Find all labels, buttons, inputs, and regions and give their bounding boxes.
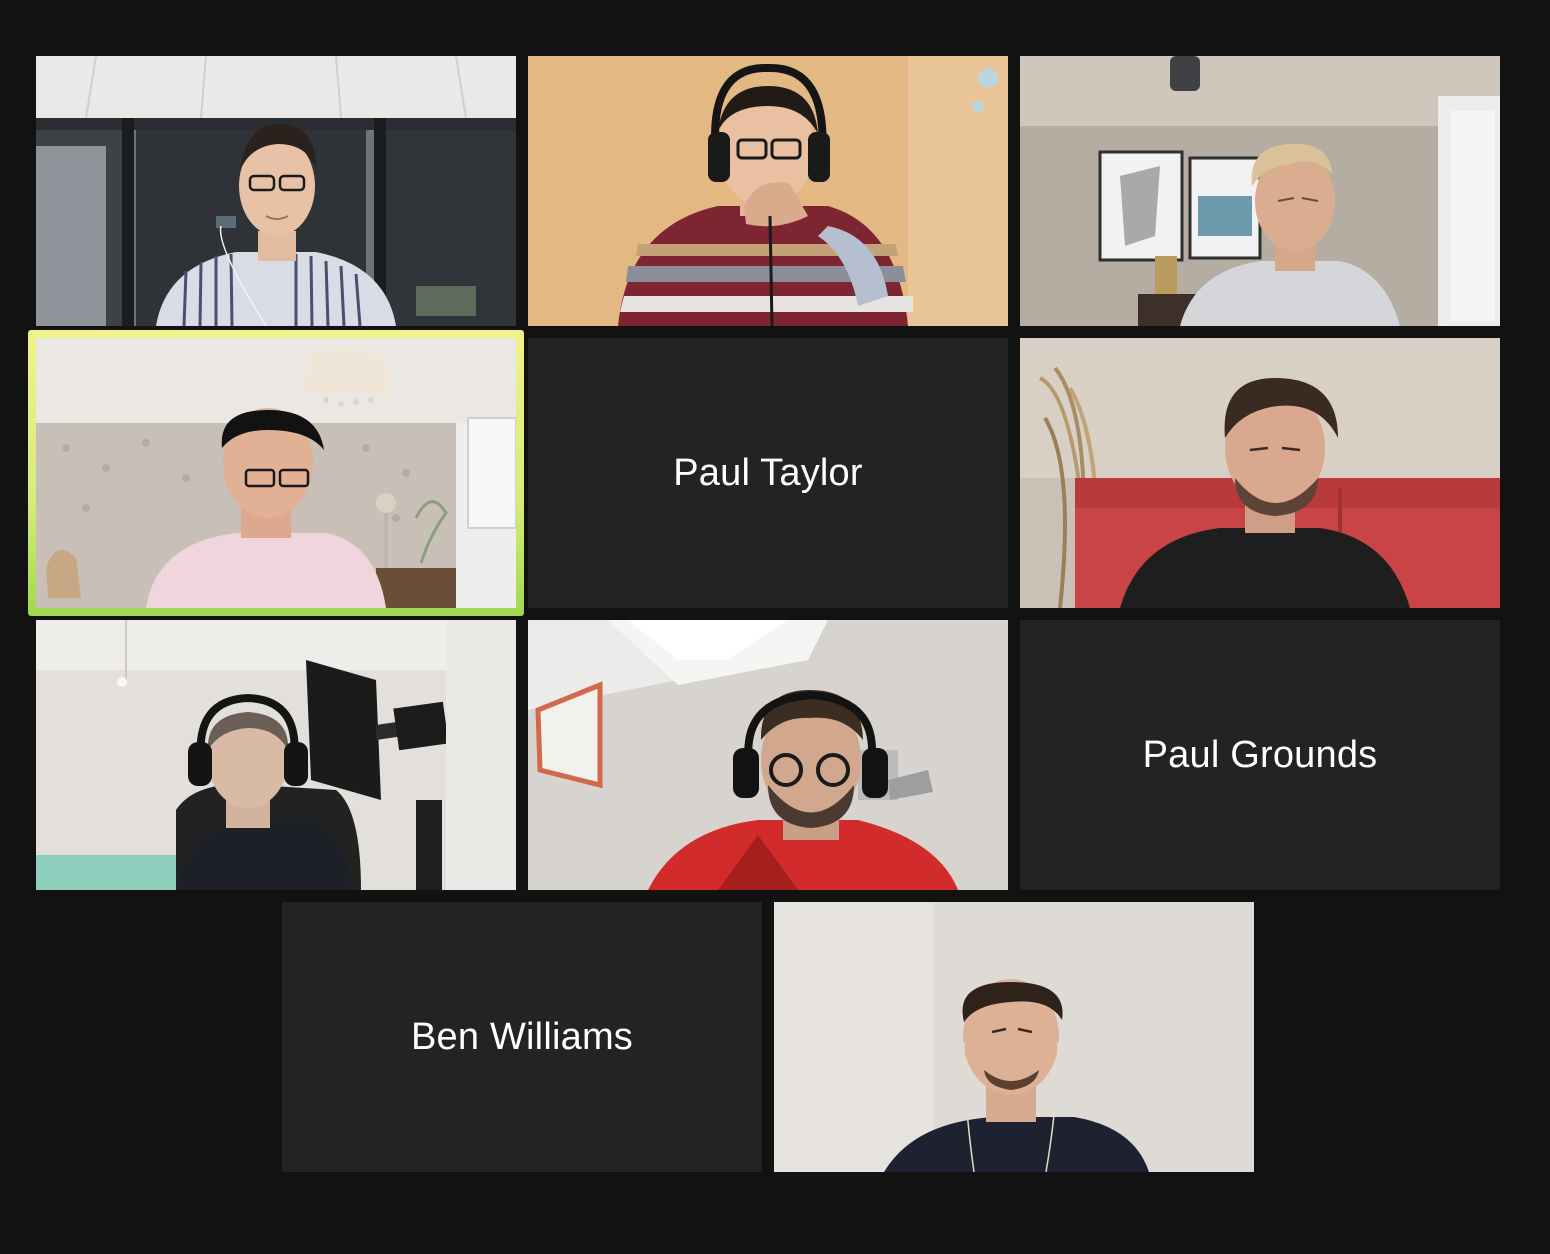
participant-video-tile-3[interactable] xyxy=(1020,56,1500,326)
participant-video-11 xyxy=(774,902,1254,1172)
participant-name: Paul Grounds xyxy=(1142,733,1378,776)
participant-video-tile-11[interactable] xyxy=(774,902,1254,1172)
participant-video-tile-1[interactable] xyxy=(36,56,516,326)
participant-video-6 xyxy=(1020,338,1500,608)
participant-video-tile-7[interactable] xyxy=(36,620,516,890)
participant-video-tile-8[interactable] xyxy=(528,620,1008,890)
participant-video-2 xyxy=(528,56,1008,326)
participant-video-tile-4[interactable] xyxy=(36,338,516,608)
participant-name: Ben Williams xyxy=(411,1015,633,1058)
participant-video-1 xyxy=(36,56,516,326)
participant-video-4 xyxy=(36,338,516,608)
participant-video-7 xyxy=(36,620,516,890)
participant-name: Paul Taylor xyxy=(673,451,863,494)
participant-tile-paul-grounds[interactable]: Paul Grounds xyxy=(1020,620,1500,890)
participant-video-tile-6[interactable] xyxy=(1020,338,1500,608)
participant-video-8 xyxy=(528,620,1008,890)
participant-video-tile-2[interactable] xyxy=(528,56,1008,326)
participant-tile-ben-williams[interactable]: Ben Williams xyxy=(282,902,762,1172)
participant-tile-paul-taylor[interactable]: Paul Taylor xyxy=(528,338,1008,608)
participant-video-3 xyxy=(1020,56,1500,326)
